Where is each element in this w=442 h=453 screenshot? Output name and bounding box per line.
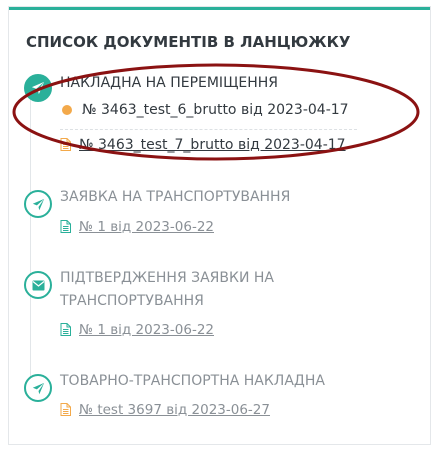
doc-row[interactable]: № 3463_test_7_brutto від 2023-04-17	[60, 135, 346, 155]
document-link[interactable]: № test 3697 від 2023-06-27	[79, 402, 270, 418]
step-title-request-confirmation-line2: ТРАНСПОРТУВАННЯ	[60, 293, 204, 309]
envelope-icon	[24, 271, 52, 299]
divider	[60, 129, 357, 130]
document-link[interactable]: № 3463_test_6_brutto від 2023-04-17	[82, 102, 349, 118]
timeline-line	[30, 84, 31, 394]
document-icon	[60, 218, 71, 237]
document-icon	[60, 401, 71, 420]
doc-row[interactable]: № 3463_test_6_brutto від 2023-04-17	[60, 100, 349, 120]
document-link[interactable]: № 1 від 2023-06-22	[79, 219, 214, 235]
step-title-transport-request: ЗАЯВКА НА ТРАНСПОРТУВАННЯ	[60, 189, 291, 205]
document-link[interactable]: № 3463_test_7_brutto від 2023-04-17	[79, 137, 346, 153]
paper-plane-icon	[24, 190, 52, 218]
step-title-waybill: ТОВАРНО-ТРАНСПОРТНА НАКЛАДНА	[60, 373, 325, 389]
document-icon	[60, 321, 71, 340]
doc-row[interactable]: № test 3697 від 2023-06-27	[60, 400, 270, 420]
step-title-transfer-invoice: НАКЛАДНА НА ПЕРЕМІЩЕННЯ	[60, 75, 279, 91]
doc-row[interactable]: № 1 від 2023-06-22	[60, 217, 214, 237]
current-document-dot	[62, 105, 72, 115]
panel-title: СПИСОК ДОКУМЕНТІВ В ЛАНЦЮЖКУ	[26, 33, 351, 51]
document-icon	[60, 136, 71, 155]
step-title-request-confirmation-line1: ПІДТВЕРДЖЕННЯ ЗАЯВКИ НА	[60, 270, 274, 286]
paper-plane-icon	[24, 374, 52, 402]
document-link[interactable]: № 1 від 2023-06-22	[79, 322, 214, 338]
paper-plane-icon	[24, 74, 52, 102]
doc-row[interactable]: № 1 від 2023-06-22	[60, 320, 214, 340]
panel-accent-bar	[9, 7, 430, 10]
